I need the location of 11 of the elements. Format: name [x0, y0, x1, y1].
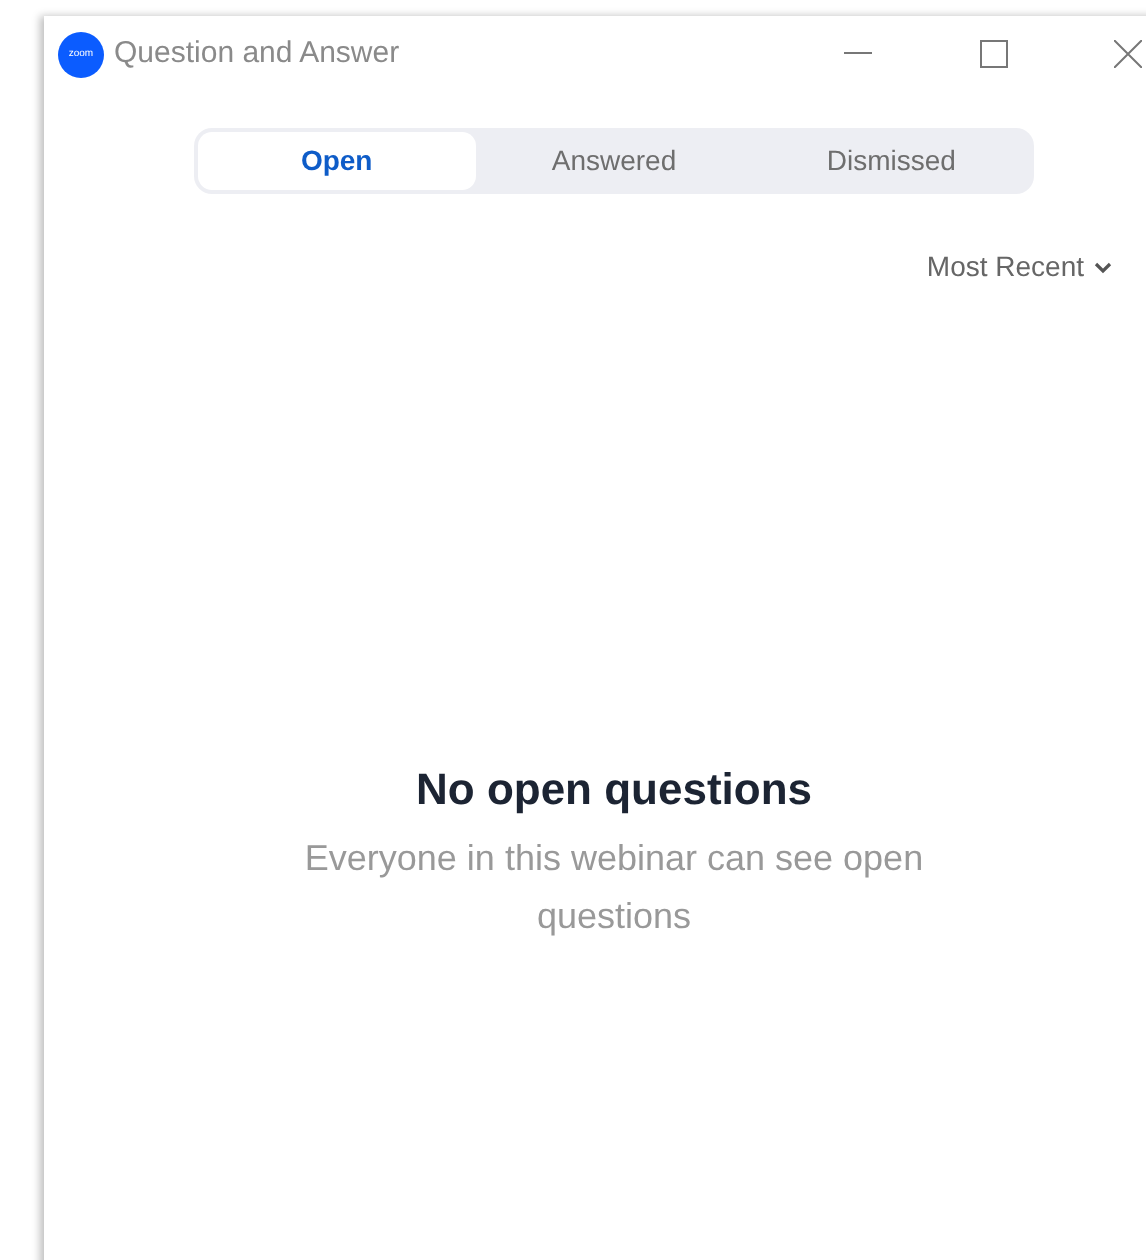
chevron-down-icon [1094, 261, 1112, 273]
tab[interactable]: Open [198, 132, 476, 190]
window-title: Question and Answer [114, 33, 400, 74]
tab[interactable]: Dismissed [752, 132, 1031, 190]
sort-dropdown[interactable]: Most Recent [926, 246, 1112, 288]
empty-state-message: Everyone in this webinar can see open questions [302, 836, 926, 940]
close-icon [1114, 40, 1142, 68]
maximize-icon [980, 40, 1008, 68]
empty-state-heading: No open questions [416, 762, 812, 818]
tab[interactable]: Answered [475, 132, 753, 190]
minimize-icon [844, 52, 872, 56]
